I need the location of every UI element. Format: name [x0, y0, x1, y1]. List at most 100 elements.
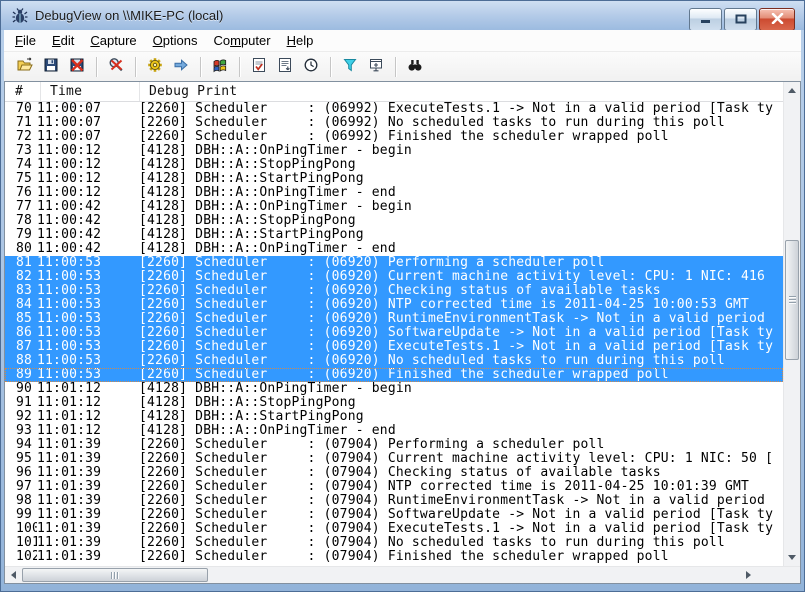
log-row[interactable]: 8811:00:53[2260] Scheduler : (06920) No … [5, 354, 783, 368]
right-arrow-icon [746, 571, 751, 579]
log-row[interactable]: 8411:00:53[2260] Scheduler : (06920) NTP… [5, 298, 783, 312]
toolbar-separator [200, 57, 201, 77]
toolbar-separator [96, 57, 97, 77]
column-header-number[interactable]: # [5, 82, 41, 101]
find-button[interactable] [403, 55, 427, 78]
open-log-button[interactable] [13, 55, 37, 78]
capture-kernel-icon [108, 57, 124, 76]
log-row[interactable]: 9111:01:12[4128] DBH::A::StopPingPong [5, 396, 783, 410]
column-header-time[interactable]: Time [41, 82, 140, 101]
menu-edit[interactable]: Edit [44, 30, 82, 51]
filter-funnel-icon [342, 57, 358, 76]
down-arrow-icon [788, 555, 796, 560]
log-row[interactable]: 7011:00:07[2260] Scheduler : (06992) Exe… [5, 102, 783, 116]
vertical-scrollbar[interactable] [783, 82, 800, 566]
close-icon [771, 11, 784, 29]
horizontal-scrollbar[interactable] [5, 566, 757, 583]
toolbar-separator [395, 57, 396, 77]
menu-help[interactable]: Help [279, 30, 322, 51]
log-row[interactable]: 8211:00:53[2260] Scheduler : (06920) Cur… [5, 270, 783, 284]
process-details-button[interactable] [273, 55, 297, 78]
log-boot-button[interactable] [247, 55, 271, 78]
minimize-button[interactable] [689, 8, 722, 31]
caption-buttons [689, 8, 795, 31]
close-button[interactable] [759, 8, 795, 31]
scroll-right-button[interactable] [740, 566, 757, 583]
maximize-icon [735, 11, 747, 29]
log-row[interactable]: 10111:01:39[2260] Scheduler : (07904) No… [5, 536, 783, 550]
log-row[interactable]: 9711:01:39[2260] Scheduler : (07904) NTP… [5, 480, 783, 494]
menu-computer[interactable]: Computer [205, 30, 278, 51]
gear-icon [147, 57, 163, 76]
log-row[interactable]: 8111:00:53[2260] Scheduler : (06920) Per… [5, 256, 783, 270]
log-row[interactable]: 9511:01:39[2260] Scheduler : (07904) Cur… [5, 452, 783, 466]
column-header-debug-print[interactable]: Debug Print [140, 82, 783, 101]
log-row[interactable]: 8311:00:53[2260] Scheduler : (06920) Che… [5, 284, 783, 298]
window-title: DebugView on \\MIKE-PC (local) [35, 8, 223, 23]
capture-global-win32-button[interactable] [143, 55, 167, 78]
log-row[interactable]: 8711:00:53[2260] Scheduler : (06920) Exe… [5, 340, 783, 354]
log-row[interactable]: 7411:00:12[4128] DBH::A::StopPingPong [5, 158, 783, 172]
log-row[interactable]: 8911:00:53[2260] Scheduler : (06920) Fin… [5, 368, 783, 382]
pass-through-arrow-icon [173, 57, 189, 76]
log-rows: 7011:00:07[2260] Scheduler : (06992) Exe… [5, 102, 783, 566]
capture-kernel-button[interactable] [104, 55, 128, 78]
log-row[interactable]: 7811:00:42[4128] DBH::A::StopPingPong [5, 214, 783, 228]
log-row[interactable]: 7211:00:07[2260] Scheduler : (06992) Fin… [5, 130, 783, 144]
capture-events-button[interactable] [208, 55, 232, 78]
log-row[interactable]: 7611:00:12[4128] DBH::A::OnPingTimer - e… [5, 186, 783, 200]
log-row[interactable]: 7111:00:07[2260] Scheduler : (06992) No … [5, 116, 783, 130]
document-lines-icon [277, 57, 293, 76]
save-icon [43, 57, 59, 76]
filter-highlight-button[interactable] [338, 55, 362, 78]
scroll-left-button[interactable] [5, 566, 22, 583]
log-row[interactable]: 7911:00:42[4128] DBH::A::StartPingPong [5, 228, 783, 242]
toolbar-separator [330, 57, 331, 77]
log-row[interactable]: 8611:00:53[2260] Scheduler : (06920) Sof… [5, 326, 783, 340]
vertical-scrollbar-thumb[interactable] [785, 240, 799, 360]
history-depth-icon [368, 57, 384, 76]
log-row[interactable]: 8511:00:53[2260] Scheduler : (06920) Run… [5, 312, 783, 326]
horizontal-scrollbar-thumb[interactable] [22, 568, 208, 582]
log-row[interactable]: 9611:01:39[2260] Scheduler : (07904) Che… [5, 466, 783, 480]
log-row[interactable]: 9011:01:12[4128] DBH::A::OnPingTimer - b… [5, 382, 783, 396]
log-row[interactable]: 10011:01:39[2260] Scheduler : (07904) Ex… [5, 522, 783, 536]
up-arrow-icon [788, 88, 796, 93]
log-row[interactable]: 7511:00:12[4128] DBH::A::StartPingPong [5, 172, 783, 186]
log-row[interactable]: 7311:00:12[4128] DBH::A::OnPingTimer - b… [5, 144, 783, 158]
menu-bar: FileEditCaptureOptionsComputerHelp [4, 30, 801, 52]
log-row[interactable]: 9811:01:39[2260] Scheduler : (07904) Run… [5, 494, 783, 508]
toolbar [4, 52, 801, 81]
history-depth-button[interactable] [364, 55, 388, 78]
toolbar-separator [135, 57, 136, 77]
scroll-up-button[interactable] [783, 82, 800, 99]
open-folder-icon [17, 57, 33, 76]
log-row[interactable]: 9211:01:12[4128] DBH::A::StartPingPong [5, 410, 783, 424]
pass-through-button[interactable] [169, 55, 193, 78]
binoculars-icon [407, 57, 423, 76]
menu-file[interactable]: File [7, 30, 44, 51]
toolbar-separator [239, 57, 240, 77]
log-row[interactable]: 7711:00:42[4128] DBH::A::OnPingTimer - b… [5, 200, 783, 214]
log-row[interactable]: 8011:00:42[4128] DBH::A::OnPingTimer - e… [5, 242, 783, 256]
log-row[interactable]: 10211:01:39[2260] Scheduler : (07904) Fi… [5, 550, 783, 564]
list-header: # Time Debug Print [5, 82, 783, 102]
log-row[interactable]: 9311:01:12[4128] DBH::A::OnPingTimer - e… [5, 424, 783, 438]
log-to-file-button[interactable] [65, 55, 89, 78]
menu-capture[interactable]: Capture [82, 30, 144, 51]
clock-time-button[interactable] [299, 55, 323, 78]
log-row[interactable]: 9411:01:39[2260] Scheduler : (07904) Per… [5, 438, 783, 452]
clock-icon [303, 57, 319, 76]
document-check-icon [251, 57, 267, 76]
log-row[interactable]: 9911:01:39[2260] Scheduler : (07904) Sof… [5, 508, 783, 522]
title-bar[interactable]: DebugView on \\MIKE-PC (local) [1, 1, 804, 30]
menu-options[interactable]: Options [145, 30, 206, 51]
scroll-down-button[interactable] [783, 549, 800, 566]
left-arrow-icon [11, 571, 16, 579]
bug-icon [12, 8, 28, 24]
thumb-grip-icon [789, 296, 796, 304]
maximize-button[interactable] [724, 8, 757, 31]
save-log-button[interactable] [39, 55, 63, 78]
log-to-file-icon [69, 57, 85, 76]
debugview-window: DebugView on \\MIKE-PC (local) FileEditC… [0, 0, 805, 592]
